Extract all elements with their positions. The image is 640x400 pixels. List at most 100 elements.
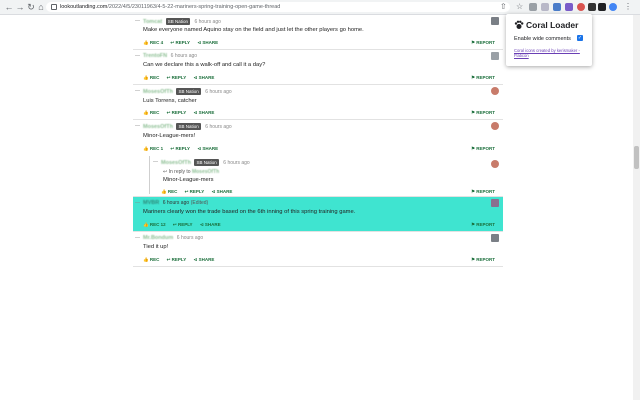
comment-time[interactable]: 6 hours ago — [205, 89, 231, 95]
extension-icon[interactable] — [553, 3, 561, 11]
comment: — Mr.Bondum 6 hours ago Tied it up! 👍 RE… — [133, 232, 503, 267]
share-label: SHARE — [216, 189, 233, 194]
profile-avatar[interactable] — [609, 3, 617, 11]
reply-button[interactable]: ↩ REPLY — [173, 221, 193, 228]
report-button[interactable]: ⚑ REPORT — [471, 109, 495, 116]
bookmark-star-icon[interactable]: ☆ — [516, 1, 523, 13]
address-bar[interactable]: lookoutlanding.com/2022/4/5/23011963/4-5… — [46, 2, 510, 12]
rec-button[interactable]: 👍 REC — [161, 188, 177, 195]
collapse-icon[interactable]: — — [135, 235, 140, 242]
reply-button[interactable]: ↩ REPLY — [185, 188, 205, 195]
collapse-icon[interactable]: — — [153, 159, 158, 166]
extension-icon[interactable] — [541, 3, 549, 11]
menu-dots-icon[interactable]: ⋮ — [624, 1, 632, 13]
comment-time[interactable]: 6 hours ago — [171, 53, 197, 59]
thread-line — [149, 156, 150, 194]
comment-time[interactable]: 6 hours ago — [163, 200, 189, 206]
report-button[interactable]: ⚑ REPORT — [471, 145, 495, 152]
comment-author[interactable]: MosesOfTh — [161, 160, 191, 167]
in-reply-to[interactable]: ↩ In reply to MosesOfTh — [163, 169, 221, 175]
comment: — TrentoFN 6 hours ago Can we declare th… — [133, 50, 503, 85]
share-label: SHARE — [202, 146, 219, 151]
report-label: REPORT — [476, 189, 495, 194]
lock-icon — [51, 3, 57, 10]
comment-author[interactable]: Mr.Bondum — [143, 235, 173, 242]
collapse-icon[interactable]: — — [135, 88, 140, 95]
in-reply-author[interactable]: MosesOfTh — [192, 169, 219, 175]
comment-meta: Tomcat SB Nation 6 hours ago — [143, 18, 221, 25]
author-badge: SB Nation — [194, 159, 219, 166]
reply-button[interactable]: ↩ REPLY — [167, 74, 187, 81]
reply-button[interactable]: ↩ REPLY — [170, 145, 190, 152]
report-button[interactable]: ⚑ REPORT — [471, 39, 495, 46]
extension-popup: Coral Loader Enable wide comments ✓ Cora… — [506, 14, 592, 66]
url-host: lookoutlanding.com — [60, 4, 108, 10]
extension-icon[interactable] — [565, 3, 573, 11]
rec-button[interactable]: 👍 REC — [143, 74, 159, 81]
coral-loader-extension-icon[interactable] — [588, 3, 596, 11]
report-label: REPORT — [476, 222, 495, 227]
rec-button[interactable]: 👍 REC 4 — [143, 39, 163, 46]
collapse-icon[interactable]: — — [135, 18, 140, 25]
extension-icon[interactable] — [577, 3, 585, 11]
comment-time[interactable]: 6 hours ago — [194, 19, 220, 25]
comment-actions: 👍 REC ↩ REPLY ⊲ SHARE — [143, 74, 220, 81]
extensions-puzzle-icon[interactable] — [598, 3, 606, 11]
comment-actions: 👍 REC 4 ↩ REPLY ⊲ SHARE — [143, 39, 224, 46]
comment-body: Minor-League-mers — [163, 177, 214, 183]
extension-icon[interactable] — [529, 3, 537, 11]
comment-actions: 👍 REC 1 ↩ REPLY ⊲ SHARE — [143, 145, 224, 152]
comment-author[interactable]: Tomcat — [143, 19, 162, 26]
collapse-icon[interactable]: — — [135, 200, 140, 207]
rec-label: REC — [149, 110, 160, 115]
report-button[interactable]: ⚑ REPORT — [471, 74, 495, 81]
comment-body: Make everyone named Aquino stay on the f… — [143, 27, 364, 33]
report-button[interactable]: ⚑ REPORT — [471, 188, 495, 195]
rec-button[interactable]: 👍 REC — [143, 256, 159, 263]
rec-label: REC — [149, 146, 160, 151]
comment-author[interactable]: MVBR — [143, 200, 159, 207]
comment-time[interactable]: 6 hours ago — [223, 160, 249, 166]
comment-author[interactable]: TrentoFN — [143, 53, 167, 60]
edited-label: (Edited) — [190, 200, 209, 206]
rec-button[interactable]: 👍 REC 12 — [143, 221, 166, 228]
share-button[interactable]: ⊲ SHARE — [197, 39, 218, 46]
collapse-icon[interactable]: — — [135, 53, 140, 60]
comment-body: Minor-League-mers! — [143, 133, 196, 139]
share-button[interactable]: ⊲ SHARE — [197, 145, 218, 152]
wide-comments-checkbox[interactable]: ✓ — [577, 35, 583, 41]
share-button[interactable]: ⊲ SHARE — [200, 221, 221, 228]
avatar — [491, 17, 499, 25]
author-badge: SB Nation — [176, 88, 201, 95]
rec-label: REC — [149, 257, 160, 262]
share-icon[interactable]: ⇧ — [500, 1, 507, 13]
report-button[interactable]: ⚑ REPORT — [471, 221, 495, 228]
reply-button[interactable]: ↩ REPLY — [167, 109, 187, 116]
rec-count: 12 — [160, 222, 166, 227]
comment-author[interactable]: MosesOfTh — [143, 89, 173, 96]
rec-button[interactable]: 👍 REC — [143, 109, 159, 116]
share-button[interactable]: ⊲ SHARE — [194, 109, 215, 116]
credit-link[interactable]: Coral icons created by kerismaker - Flat… — [514, 48, 586, 58]
scrollbar[interactable] — [633, 15, 640, 400]
comment-meta: MVBR 6 hours ago (Edited) — [143, 200, 208, 207]
scrollbar-thumb[interactable] — [634, 146, 639, 169]
comment-time[interactable]: 6 hours ago — [177, 235, 203, 241]
rec-label: REC — [167, 189, 178, 194]
report-label: REPORT — [476, 257, 495, 262]
comment-author[interactable]: MosesOfTh — [143, 124, 173, 131]
reply-button[interactable]: ↩ REPLY — [167, 256, 187, 263]
share-button[interactable]: ⊲ SHARE — [194, 256, 215, 263]
share-button[interactable]: ⊲ SHARE — [212, 188, 233, 195]
rec-button[interactable]: 👍 REC 1 — [143, 145, 163, 152]
report-button[interactable]: ⚑ REPORT — [471, 256, 495, 263]
reply-button[interactable]: ↩ REPLY — [170, 39, 190, 46]
comment-time[interactable]: 6 hours ago — [205, 124, 231, 130]
reply-label: REPLY — [189, 189, 205, 194]
comment-actions: 👍 REC ↩ REPLY ⊲ SHARE — [143, 256, 220, 263]
share-label: SHARE — [198, 75, 215, 80]
avatar — [491, 234, 499, 242]
collapse-icon[interactable]: — — [135, 123, 140, 130]
author-badge: SB Nation — [176, 123, 201, 130]
share-button[interactable]: ⊲ SHARE — [194, 74, 215, 81]
